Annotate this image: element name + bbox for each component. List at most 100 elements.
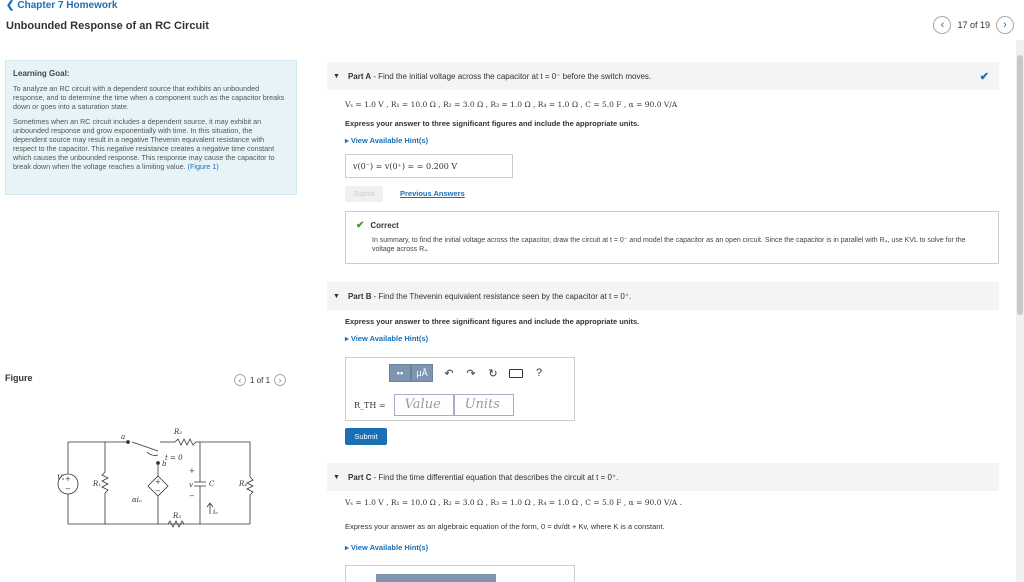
chevron-left-icon: ‹ bbox=[940, 19, 945, 31]
part-a-instruction: Express your answer to three significant… bbox=[345, 119, 640, 128]
node-b bbox=[156, 461, 160, 465]
pager-text: 17 of 19 bbox=[957, 20, 990, 30]
learning-goal-box: Learning Goal: To analyze an RC circuit … bbox=[5, 60, 297, 195]
chevron-left-icon: ❮ bbox=[6, 0, 15, 11]
collapse-triangle-icon: ▼ bbox=[333, 72, 340, 80]
template-button-group: ▪▪ μÅ bbox=[389, 364, 433, 382]
part-c-header[interactable]: ▼ Part C - Find the time differential eq… bbox=[327, 463, 999, 491]
part-b-header[interactable]: ▼ Part B - Find the Thevenin equivalent … bbox=[327, 282, 999, 310]
next-problem-button[interactable]: › bbox=[996, 16, 1014, 34]
correct-feedback: ✔ Correct In summary, to find the initia… bbox=[345, 211, 999, 264]
problem-pager: ‹ 17 of 19 › bbox=[933, 16, 1014, 34]
part-b-submit-button[interactable]: Submit bbox=[345, 428, 387, 445]
label-r4: R₄ bbox=[238, 480, 247, 488]
keyboard-icon[interactable] bbox=[509, 368, 523, 378]
editor-toolbar bbox=[376, 574, 496, 582]
checkmark-icon: ✔ bbox=[979, 70, 989, 83]
label-minus: − bbox=[65, 485, 71, 493]
correct-body: In summary, to find the initial voltage … bbox=[372, 237, 966, 253]
scroll-thumb[interactable] bbox=[1017, 55, 1023, 315]
part-c-question: - Find the time differential equation th… bbox=[373, 472, 619, 482]
label-minus: − bbox=[189, 492, 195, 500]
wire bbox=[67, 494, 250, 525]
learning-goal-text-2-body: Sometimes when an RC circuit includes a … bbox=[13, 117, 275, 171]
part-a-hint-link[interactable]: ▸ View Available Hint(s) bbox=[345, 136, 428, 145]
part-a-label: Part A bbox=[347, 71, 372, 81]
label-r2: R₂ bbox=[173, 428, 182, 436]
label-minus: − bbox=[155, 487, 161, 495]
value-input[interactable]: Value bbox=[393, 394, 454, 416]
figure-pager-text: 1 of 1 bbox=[250, 375, 271, 385]
figure-label: Figure bbox=[5, 373, 33, 383]
circuit-diagram: Vₛ + − R₁ a b t = 0 R₂ αiₒ + − + v − C R… bbox=[57, 428, 254, 528]
label-vs: Vₛ bbox=[57, 474, 65, 482]
label-c: C bbox=[209, 480, 215, 488]
learning-goal-panel: Learning Goal: To analyze an RC circuit … bbox=[5, 60, 297, 195]
label-ai: αiₒ bbox=[132, 496, 142, 504]
breadcrumb[interactable]: ❮ Chapter 7 Homework bbox=[6, 0, 117, 11]
label-io: iₒ bbox=[213, 508, 218, 516]
switch-blade bbox=[131, 441, 159, 452]
rth-label: R_TH = bbox=[354, 400, 386, 410]
prev-problem-button[interactable]: ‹ bbox=[933, 16, 952, 34]
part-a-answer-field[interactable]: v(0⁻) = v(0⁺) = = 0.200 V bbox=[345, 154, 513, 178]
part-a-submit-button[interactable]: Submit bbox=[345, 186, 383, 202]
resistor-r1 bbox=[101, 442, 109, 524]
templates-button[interactable]: ▪▪ bbox=[389, 364, 411, 382]
learning-goal-text-1: To analyze an RC circuit with a dependen… bbox=[13, 84, 285, 111]
resistor-r4 bbox=[246, 476, 254, 524]
part-a-given: Vₛ = 1.0 V , R₁ = 10.0 Ω , R₂ = 3.0 Ω , … bbox=[345, 100, 678, 109]
correct-title: Correct bbox=[370, 221, 399, 230]
label-v: v bbox=[189, 481, 193, 489]
part-b-answer-editor: ▪▪ μÅ ↶ ↷ ↻ ? R_TH = Value Units bbox=[345, 357, 575, 421]
part-a-question: - Find the initial voltage across the ca… bbox=[373, 71, 652, 81]
part-b-label: Part B bbox=[347, 291, 372, 301]
part-c-instruction: Express your answer as an algebraic equa… bbox=[345, 522, 665, 531]
chevron-left-icon: ‹ bbox=[238, 375, 242, 385]
help-icon[interactable]: ? bbox=[533, 367, 545, 379]
part-c-hint-link[interactable]: ▸ View Available Hint(s) bbox=[345, 543, 428, 552]
figure-pager: ‹ 1 of 1 › bbox=[234, 374, 287, 386]
figure-link[interactable]: (Figure 1) bbox=[188, 162, 219, 171]
node-a bbox=[126, 440, 130, 444]
label-t0: t = 0 bbox=[165, 454, 183, 462]
label-plus: + bbox=[189, 467, 195, 475]
page-title: Unbounded Response of an RC Circuit bbox=[6, 20, 209, 32]
part-b-hint-link[interactable]: ▸ View Available Hint(s) bbox=[345, 334, 428, 343]
learning-goal-title: Learning Goal: bbox=[13, 69, 70, 78]
prev-figure-button[interactable]: ‹ bbox=[234, 374, 246, 386]
collapse-triangle-icon: ▼ bbox=[333, 473, 340, 481]
previous-answers-link[interactable]: Previous Answers bbox=[400, 189, 465, 198]
editor-toolbar: ▪▪ μÅ ↶ ↷ ↻ ? bbox=[389, 364, 545, 382]
capacitor bbox=[194, 481, 206, 487]
next-figure-button[interactable]: › bbox=[274, 374, 287, 386]
templates-icon: ▪▪ bbox=[396, 368, 404, 378]
label-r1: R₁ bbox=[92, 480, 101, 488]
chevron-right-icon: › bbox=[1003, 19, 1007, 31]
part-c-given: Vₛ = 1.0 V , R₁ = 10.0 Ω , R₂ = 3.0 Ω , … bbox=[345, 498, 682, 507]
resistor-r2 bbox=[174, 438, 251, 477]
label-plus: + bbox=[65, 475, 71, 483]
redo-icon[interactable]: ↷ bbox=[465, 367, 477, 380]
label-r3: R₃ bbox=[172, 512, 181, 520]
switch-arrow bbox=[146, 451, 159, 456]
rth-field-row: R_TH = Value Units bbox=[354, 394, 514, 416]
label-a: a bbox=[121, 433, 125, 441]
part-b-question: - Find the Thevenin equivalent resistanc… bbox=[373, 291, 632, 301]
collapse-triangle-icon: ▼ bbox=[333, 292, 340, 300]
part-a-header[interactable]: ▼ Part A - Find the initial voltage acro… bbox=[327, 62, 999, 90]
part-c-label: Part C bbox=[347, 472, 372, 482]
check-icon: ✔ bbox=[356, 220, 365, 231]
units-input[interactable]: Units bbox=[453, 394, 514, 416]
learning-goal-text-2: Sometimes when an RC circuit includes a … bbox=[13, 117, 288, 171]
undo-icon[interactable]: ↶ bbox=[443, 367, 455, 380]
breadcrumb-label: Chapter 7 Homework bbox=[17, 0, 118, 11]
label-plus: + bbox=[155, 478, 161, 486]
reset-icon[interactable]: ↻ bbox=[487, 367, 499, 380]
part-c-answer-editor bbox=[345, 565, 575, 582]
chevron-right-icon: › bbox=[278, 375, 282, 385]
part-b-instruction: Express your answer to three significant… bbox=[345, 317, 640, 326]
correct-title-row: ✔ Correct bbox=[356, 220, 988, 231]
page-root: ❮ Chapter 7 Homework Unbounded Response o… bbox=[0, 0, 1024, 582]
units-button[interactable]: μÅ bbox=[411, 364, 433, 382]
